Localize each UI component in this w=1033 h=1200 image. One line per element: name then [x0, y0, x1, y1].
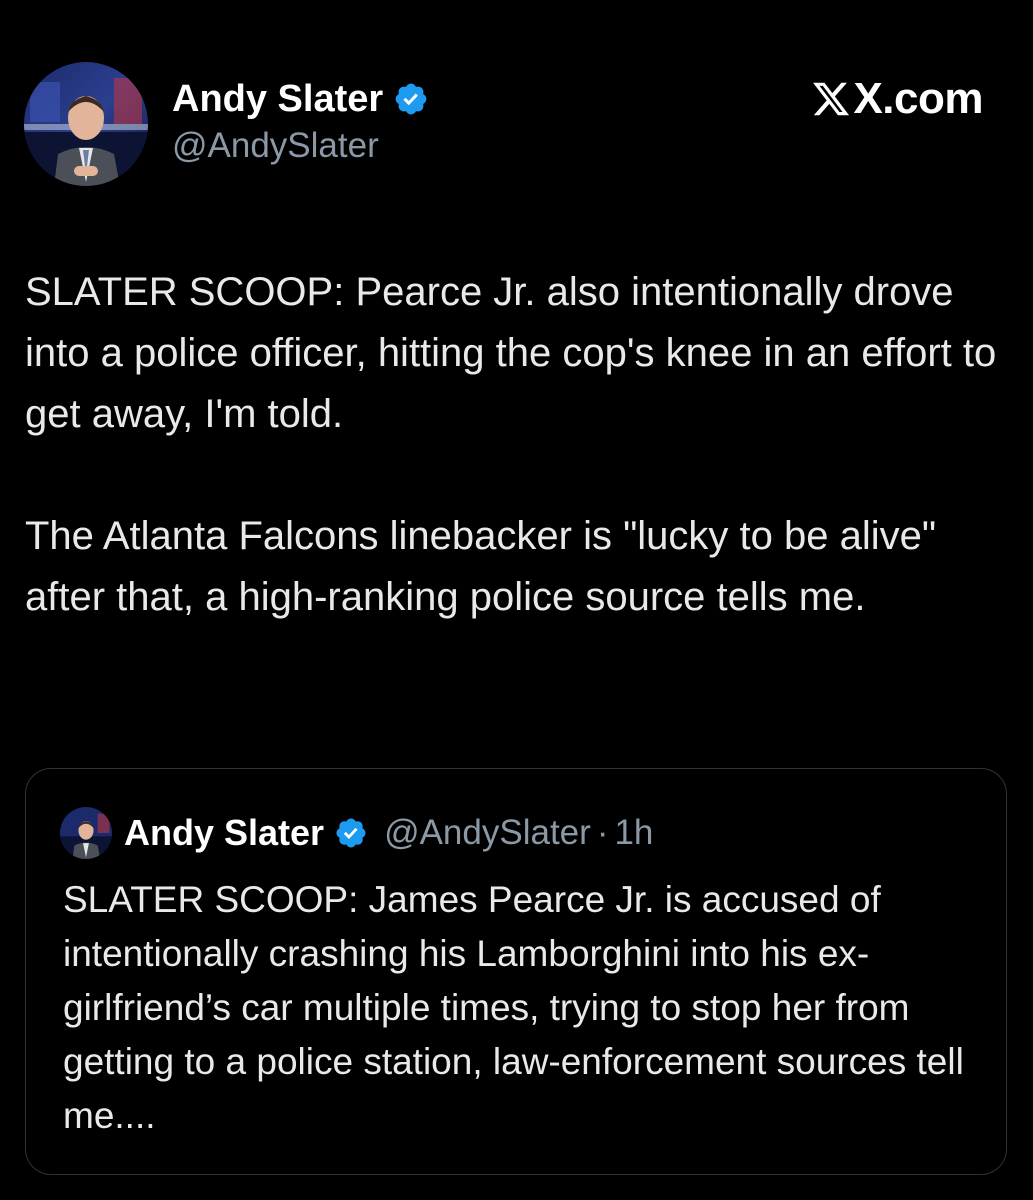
tweet-paragraph: The Atlanta Falcons linebacker is "lucky… [25, 514, 937, 619]
tweet-header: Andy Slater @AndySlater X.com [24, 62, 1009, 186]
verified-badge-icon [334, 816, 368, 850]
author-name-row: Andy Slater [172, 76, 429, 122]
author-avatar[interactable] [24, 62, 148, 186]
quoted-author-handle[interactable]: @AndySlater [384, 813, 591, 853]
author-name[interactable]: Andy Slater [172, 78, 383, 121]
quoted-author-avatar[interactable] [60, 807, 112, 859]
tweet-text: SLATER SCOOP: Pearce Jr. also intentiona… [25, 262, 1000, 628]
brand-text: X.com [853, 74, 983, 123]
quoted-tweet[interactable]: Andy Slater @AndySlater · 1h SLATER SCOO… [25, 768, 1007, 1175]
verified-badge-icon [393, 81, 429, 117]
quoted-author-name[interactable]: Andy Slater [124, 812, 324, 854]
author-info: Andy Slater @AndySlater [172, 76, 429, 166]
author-handle[interactable]: @AndySlater [172, 126, 429, 166]
separator-dot: · [596, 813, 609, 852]
quoted-tweet-header: Andy Slater @AndySlater · 1h [60, 805, 653, 861]
quoted-tweet-text: SLATER SCOOP: James Pearce Jr. is accuse… [63, 879, 964, 1136]
quoted-tweet-timestamp[interactable]: 1h [614, 813, 653, 853]
tweet-paragraph: SLATER SCOOP: Pearce Jr. also intentiona… [25, 270, 997, 436]
brand-watermark: X.com [811, 74, 983, 123]
x-logo-icon [811, 79, 851, 119]
